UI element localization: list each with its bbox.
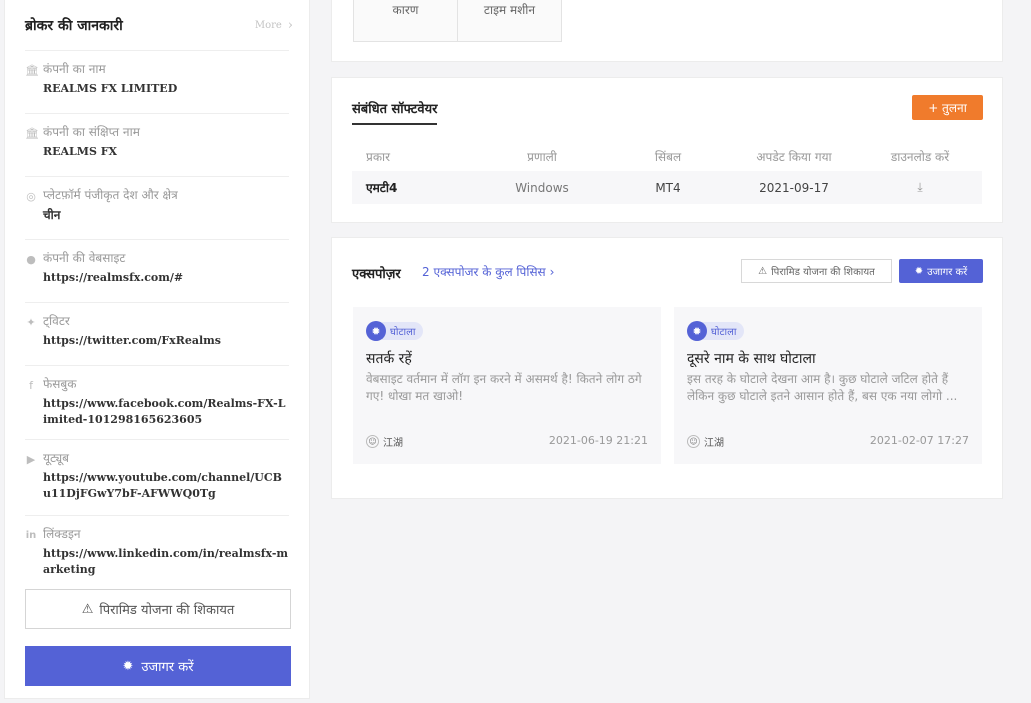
exposure-item-title: दूसरे नाम के साथ घोटाला — [687, 351, 816, 367]
facebook-link[interactable]: https://www.facebook.com/Realms-FX-Limit… — [43, 396, 289, 428]
exposure-author: ☺ 江湖 — [687, 434, 724, 449]
warning-icon: ⚠ — [758, 265, 768, 277]
tabs-card: कारण टाइम मशीन — [331, 0, 1003, 62]
badge-label: घोटाला — [382, 322, 423, 340]
info-label: फेसबुक — [43, 377, 77, 391]
author-name: 江湖 — [383, 438, 403, 449]
badge-label: घोटाला — [703, 322, 744, 340]
info-label: यूट्यूब — [43, 451, 69, 465]
website-link[interactable]: https://realmsfx.com/# — [43, 270, 289, 286]
tab-reason[interactable]: कारण — [353, 0, 458, 42]
header-system: प्रणाली — [527, 149, 557, 164]
bank-icon: 🏛 — [25, 64, 39, 77]
tab-label: कारण — [392, 3, 419, 17]
expose-button-label: उजागर करें — [141, 660, 194, 675]
exposure-date: 2021-06-19 21:21 — [548, 434, 648, 447]
expose-button[interactable]: ✹ उजागर करें — [899, 259, 983, 283]
exposure-card: एक्सपोज़र 2 एक्सपोजर के कुल पिसिस › ⚠ पि… — [331, 237, 1003, 499]
scam-badge: ✹ घोटाला — [687, 321, 744, 341]
info-linkedin: in लिंक्डइन https://www.linkedin.com/in/… — [25, 515, 289, 577]
bug-icon: ✹ — [122, 658, 134, 674]
youtube-icon: ▶ — [26, 453, 36, 466]
more-label: More — [254, 19, 282, 31]
header-updated: अपडेट किया गया — [756, 149, 832, 164]
warning-icon: ⚠ — [81, 601, 94, 617]
software-title: संबंधित सॉफ्टवेयर — [352, 99, 438, 125]
expose-button[interactable]: ✹ उजागर करें — [25, 646, 291, 686]
bug-icon: ✹ — [914, 265, 924, 277]
web-icon: ● — [26, 253, 36, 266]
youtube-link[interactable]: https://www.youtube.com/channel/UCBu11Dj… — [43, 470, 289, 502]
sidebar-header: ब्रोकर की जानकारी More › — [5, 0, 309, 50]
info-label: कंपनी का संक्षिप्त नाम — [43, 125, 140, 139]
sidebar-title: ब्रोकर की जानकारी — [25, 17, 123, 34]
info-value: REALMS FX LIMITED — [43, 82, 178, 95]
linkedin-link[interactable]: https://www.linkedin.com/in/realmsfx-mar… — [43, 546, 289, 578]
bug-icon: ✹ — [687, 321, 707, 341]
bank-icon: 🏛 — [25, 127, 39, 140]
software-table-header: प्रकार प्रणाली सिंबल अपडेट किया गया डाउन… — [352, 144, 982, 168]
compare-button[interactable]: + तुलना — [912, 95, 983, 120]
info-youtube: ▶ यूट्यूब https://www.youtube.com/channe… — [25, 439, 289, 515]
header-type: प्रकार — [366, 149, 391, 164]
complaint-button-label: पिरामिड योजना की शिकायत — [99, 603, 235, 618]
tab-label: टाइम मशीन — [483, 3, 536, 17]
more-link[interactable]: More › — [255, 18, 293, 33]
exposure-count-link[interactable]: 2 एक्सपोजर के कुल पिसिस › — [422, 263, 554, 280]
info-company-name: 🏛 कंपनी का नाम REALMS FX LIMITED — [25, 50, 289, 113]
table-row: एमटी4 Windows MT4 2021-09-17 ⤓ — [352, 171, 982, 204]
info-label: लिंक्डइन — [43, 527, 81, 541]
info-registered-region: ◎ प्लेटफ़ॉर्म पंजीकृत देश और क्षेत्र चीन — [25, 176, 289, 239]
twitter-link[interactable]: https://twitter.com/FxRealms — [43, 333, 289, 349]
info-label: ट्विटर — [43, 314, 70, 328]
globe-icon: ◎ — [26, 190, 36, 203]
linkedin-icon: in — [25, 530, 37, 541]
info-label: कंपनी का नाम — [43, 62, 106, 76]
broker-info-sidebar: ब्रोकर की जानकारी More › 🏛 कंपनी का नाम … — [4, 0, 310, 699]
exposure-count-label: 2 एक्सपोजर के कुल पिसिस — [422, 265, 546, 279]
expose-button-label: उजागर करें — [927, 267, 968, 278]
scam-badge: ✹ घोटाला — [366, 321, 423, 341]
info-value: चीन — [43, 208, 61, 222]
avatar: ☺ — [687, 435, 700, 448]
header-download: डाउनलोड करें — [890, 149, 950, 164]
info-value: REALMS FX — [43, 145, 118, 158]
exposure-author: ☺ 江湖 — [366, 434, 403, 449]
info-facebook: f फेसबुक https://www.facebook.com/Realms… — [25, 365, 289, 439]
info-label: प्लेटफ़ॉर्म पंजीकृत देश और क्षेत्र — [43, 188, 178, 202]
info-website: ● कंपनी की वेबसाइट https://realmsfx.com/… — [25, 239, 289, 302]
bug-icon: ✹ — [366, 321, 386, 341]
related-software-card: संबंधित सॉफ्टवेयर + तुलना प्रकार प्रणाली… — [331, 77, 1003, 223]
chevron-right-icon: › — [287, 17, 293, 33]
tab-time-machine[interactable]: टाइम मशीन — [457, 0, 562, 42]
cell-symbol: MT4 — [655, 180, 681, 195]
avatar: ☺ — [366, 435, 379, 448]
chevron-right-icon: › — [549, 264, 555, 279]
exposure-item[interactable]: ✹ घोटाला दूसरे नाम के साथ घोटाला इस तरह … — [674, 307, 982, 464]
download-icon[interactable]: ⤓ — [870, 171, 970, 204]
cell-system: Windows — [515, 180, 569, 195]
exposure-item-text: इस तरह के घोटाले देखना आम है। कुछ घोटाले… — [687, 372, 958, 403]
pyramid-complaint-button[interactable]: ⚠ पिरामिड योजना की शिकायत — [25, 589, 291, 629]
cell-updated: 2021-09-17 — [759, 180, 829, 195]
author-name: 江湖 — [704, 438, 724, 449]
twitter-icon: ✦ — [26, 316, 36, 329]
complaint-button-label: पिरामिड योजना की शिकायत — [771, 267, 875, 278]
info-company-short-name: 🏛 कंपनी का संक्षिप्त नाम REALMS FX — [25, 113, 289, 176]
exposure-title: एक्सपोज़र — [352, 267, 401, 282]
pyramid-complaint-button[interactable]: ⚠ पिरामिड योजना की शिकायत — [741, 259, 892, 283]
exposure-item-text: वेबसाइट वर्तमान में लॉग इन करने में असमर… — [366, 372, 642, 403]
info-twitter: ✦ ट्विटर https://twitter.com/FxRealms — [25, 302, 289, 365]
info-label: कंपनी की वेबसाइट — [43, 251, 126, 265]
facebook-icon: f — [29, 379, 33, 392]
exposure-item[interactable]: ✹ घोटाला सतर्क रहें वेबसाइट वर्तमान में … — [353, 307, 661, 464]
exposure-date: 2021-02-07 17:27 — [869, 434, 969, 447]
cell-type: एमटी4 — [366, 181, 398, 195]
exposure-item-title: सतर्क रहें — [366, 351, 412, 367]
header-symbol: सिंबल — [654, 149, 682, 164]
